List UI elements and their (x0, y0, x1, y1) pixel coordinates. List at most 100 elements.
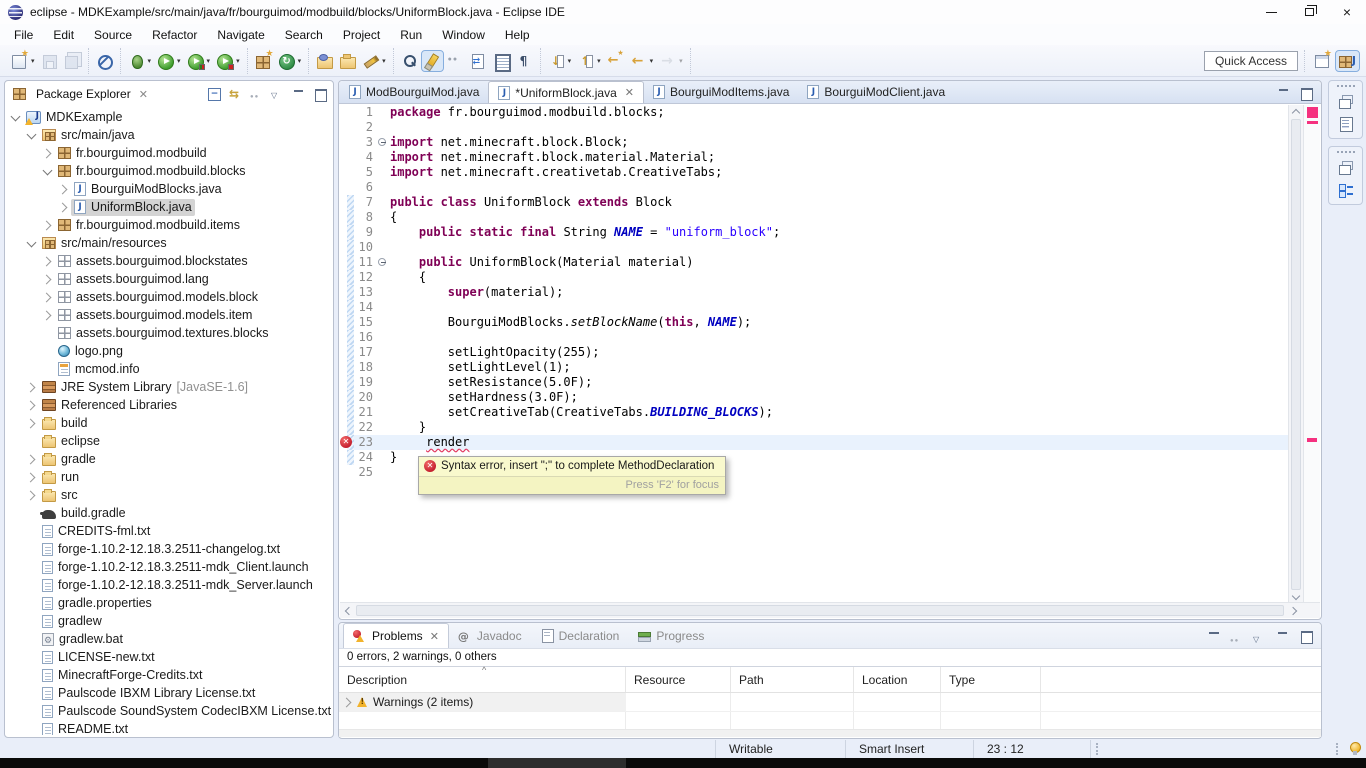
editor-tab-uniformblock-java[interactable]: *UniformBlock.java✕ (488, 81, 644, 103)
tree-item-build[interactable]: build (7, 414, 331, 432)
maximize-editor-icon[interactable] (1299, 86, 1313, 100)
column-header-path[interactable]: Path (731, 667, 854, 692)
tree-item-fr-bourguimod-modbuild[interactable]: fr.bourguimod.modbuild (7, 144, 331, 162)
code-editor[interactable]: 1package fr.bourguimod.modbuild.blocks;2… (340, 105, 1320, 604)
twistie-icon[interactable] (41, 272, 55, 286)
minimize-editor-icon[interactable] (1277, 86, 1291, 100)
menu-navigate[interactable]: Navigate (207, 26, 274, 44)
twistie-icon[interactable] (57, 200, 71, 214)
coverage-button[interactable]: ▾ (185, 51, 213, 71)
minimize-button[interactable] (1252, 0, 1290, 24)
close-tab-icon[interactable]: ✕ (625, 86, 634, 99)
twistie-icon[interactable] (25, 452, 39, 466)
drag-handle[interactable] (1337, 151, 1355, 153)
new-wizard-button[interactable]: ▾ (9, 51, 37, 71)
scroll-down-icon[interactable] (1292, 592, 1300, 600)
tree-item-assets-bourguimod-textures-blocks[interactable]: assets.bourguimod.textures.blocks (7, 324, 331, 342)
tree-item-src[interactable]: src (7, 486, 331, 504)
heap-lightbulb-icon[interactable] (1350, 742, 1359, 755)
view-pulldown-icon[interactable] (271, 87, 285, 101)
save-all-button[interactable] (62, 51, 83, 71)
column-header-resource[interactable]: Resource (626, 667, 731, 692)
show-whitespace-button[interactable] (514, 51, 535, 71)
tree-item-assets-bourguimod-models-block[interactable]: assets.bourguimod.models.block (7, 288, 331, 306)
tree-item-assets-bourguimod-blockstates[interactable]: assets.bourguimod.blockstates (7, 252, 331, 270)
open-perspective-button[interactable] (1311, 51, 1333, 70)
overview-error-mark-line23[interactable] (1307, 438, 1317, 442)
tree-item-logo-png[interactable]: logo.png (7, 342, 331, 360)
next-annotation-button[interactable]: ▾ (546, 51, 574, 71)
vertical-scrollbar-thumb[interactable] (1291, 119, 1301, 590)
dropdown-arrow-icon[interactable]: ▾ (207, 57, 211, 65)
horizontal-scrollbar-thumb[interactable] (356, 605, 1284, 616)
tree-item-mcmod-info[interactable]: mcmod.info (7, 360, 331, 378)
tree-item-forge-1-10-2-12-18-3-2511-mdk-server-launch[interactable]: forge-1.10.2-12.18.3.2511-mdk_Server.lau… (7, 576, 331, 594)
overview-error-indicator[interactable] (1307, 107, 1318, 118)
tree-item-gradle-properties[interactable]: gradle.properties (7, 594, 331, 612)
twistie-icon[interactable] (41, 254, 55, 268)
maximize-view-icon[interactable] (1299, 629, 1313, 643)
dropdown-arrow-icon[interactable]: ▾ (31, 57, 35, 65)
checklist-view-icon[interactable] (1339, 183, 1353, 197)
tree-item-jre-system-library[interactable]: JRE System Library[JavaSE-1.6] (7, 378, 331, 396)
previous-annotation-button[interactable]: ▾ (575, 51, 603, 71)
twistie-icon[interactable] (341, 695, 355, 709)
tree-item-license-new-txt[interactable]: LICENSE-new.txt (7, 648, 331, 666)
tree-item-fr-bourguimod-modbuild-items[interactable]: fr.bourguimod.modbuild.items (7, 216, 331, 234)
view-tab-javadoc[interactable]: Javadoc (449, 623, 531, 648)
tree-item-assets-bourguimod-lang[interactable]: assets.bourguimod.lang (7, 270, 331, 288)
dropdown-arrow-icon[interactable]: ▾ (650, 57, 654, 65)
scroll-up-icon[interactable] (1292, 109, 1300, 117)
column-header-description[interactable]: Description^ (339, 667, 626, 692)
quick-access-button[interactable]: Quick Access (1204, 51, 1298, 71)
restore-view-icon[interactable] (1339, 95, 1353, 109)
search-button[interactable] (399, 51, 420, 71)
filter-icon[interactable] (1207, 629, 1221, 643)
dropdown-arrow-icon[interactable]: ▾ (298, 57, 302, 65)
dropdown-arrow-icon[interactable]: ▾ (148, 57, 152, 65)
editor-tab-bourguimoditems-java[interactable]: BourguiModItems.java (644, 81, 798, 103)
close-view-icon[interactable]: ✕ (139, 88, 148, 101)
import-folder-button[interactable] (314, 51, 335, 71)
tree-item-mdkexample[interactable]: MDKExample (7, 108, 331, 126)
view-pulldown-icon[interactable] (1253, 629, 1267, 643)
problems-row-warnings[interactable]: Warnings (2 items) (339, 693, 626, 711)
tree-item-gradlew-bat[interactable]: gradlew.bat (7, 630, 331, 648)
back-button[interactable]: ▾ (628, 51, 656, 71)
twistie-icon[interactable] (9, 110, 23, 124)
menu-refactor[interactable]: Refactor (142, 26, 207, 44)
menu-project[interactable]: Project (333, 26, 390, 44)
column-header-type[interactable]: Type (941, 667, 1041, 692)
tree-item-run[interactable]: run (7, 468, 331, 486)
minimize-view-icon[interactable] (1276, 629, 1290, 643)
tree-item-build-gradle[interactable]: build.gradle (7, 504, 331, 522)
run-button[interactable]: ▾ (155, 51, 183, 71)
twistie-icon[interactable] (25, 128, 39, 142)
java-perspective-button[interactable] (1336, 51, 1359, 71)
view-tab-progress[interactable]: Progress (628, 623, 713, 648)
debug-button[interactable]: ▾ (126, 51, 154, 71)
menu-window[interactable]: Window (432, 26, 495, 44)
tree-item-readme-txt[interactable]: README.txt (7, 720, 331, 735)
horizontal-scrollbar[interactable] (340, 602, 1320, 618)
twistie-icon[interactable] (57, 182, 71, 196)
tree-item-minecraftforge-credits-txt[interactable]: MinecraftForge-Credits.txt (7, 666, 331, 684)
caret-position-status[interactable]: 23 : 12 (973, 740, 1091, 758)
package-explorer-tab[interactable]: Package Explorer ✕ (11, 87, 148, 101)
save-button[interactable] (39, 51, 60, 71)
dropdown-arrow-icon[interactable]: ▾ (568, 57, 572, 65)
tree-item-credits-fml-txt[interactable]: CREDITS-fml.txt (7, 522, 331, 540)
tree-item-paulscode-ibxm-library-license-txt[interactable]: Paulscode IBXM Library License.txt (7, 684, 331, 702)
tree-item-eclipse[interactable]: eclipse (7, 432, 331, 450)
scroll-left-icon[interactable] (345, 607, 353, 615)
open-folder-button[interactable] (337, 51, 358, 71)
tree-item-assets-bourguimod-models-item[interactable]: assets.bourguimod.models.item (7, 306, 331, 324)
annotate-button[interactable]: ▾ (360, 51, 388, 71)
forward-button[interactable]: ▾ (657, 51, 685, 71)
restore-view-icon[interactable] (1339, 161, 1353, 175)
collapse-fold-icon[interactable] (378, 258, 386, 266)
link-editor-button[interactable] (468, 51, 489, 71)
collapse-all-icon[interactable] (208, 87, 222, 101)
link-with-editor-icon[interactable] (229, 87, 243, 101)
twistie-icon[interactable] (25, 488, 39, 502)
